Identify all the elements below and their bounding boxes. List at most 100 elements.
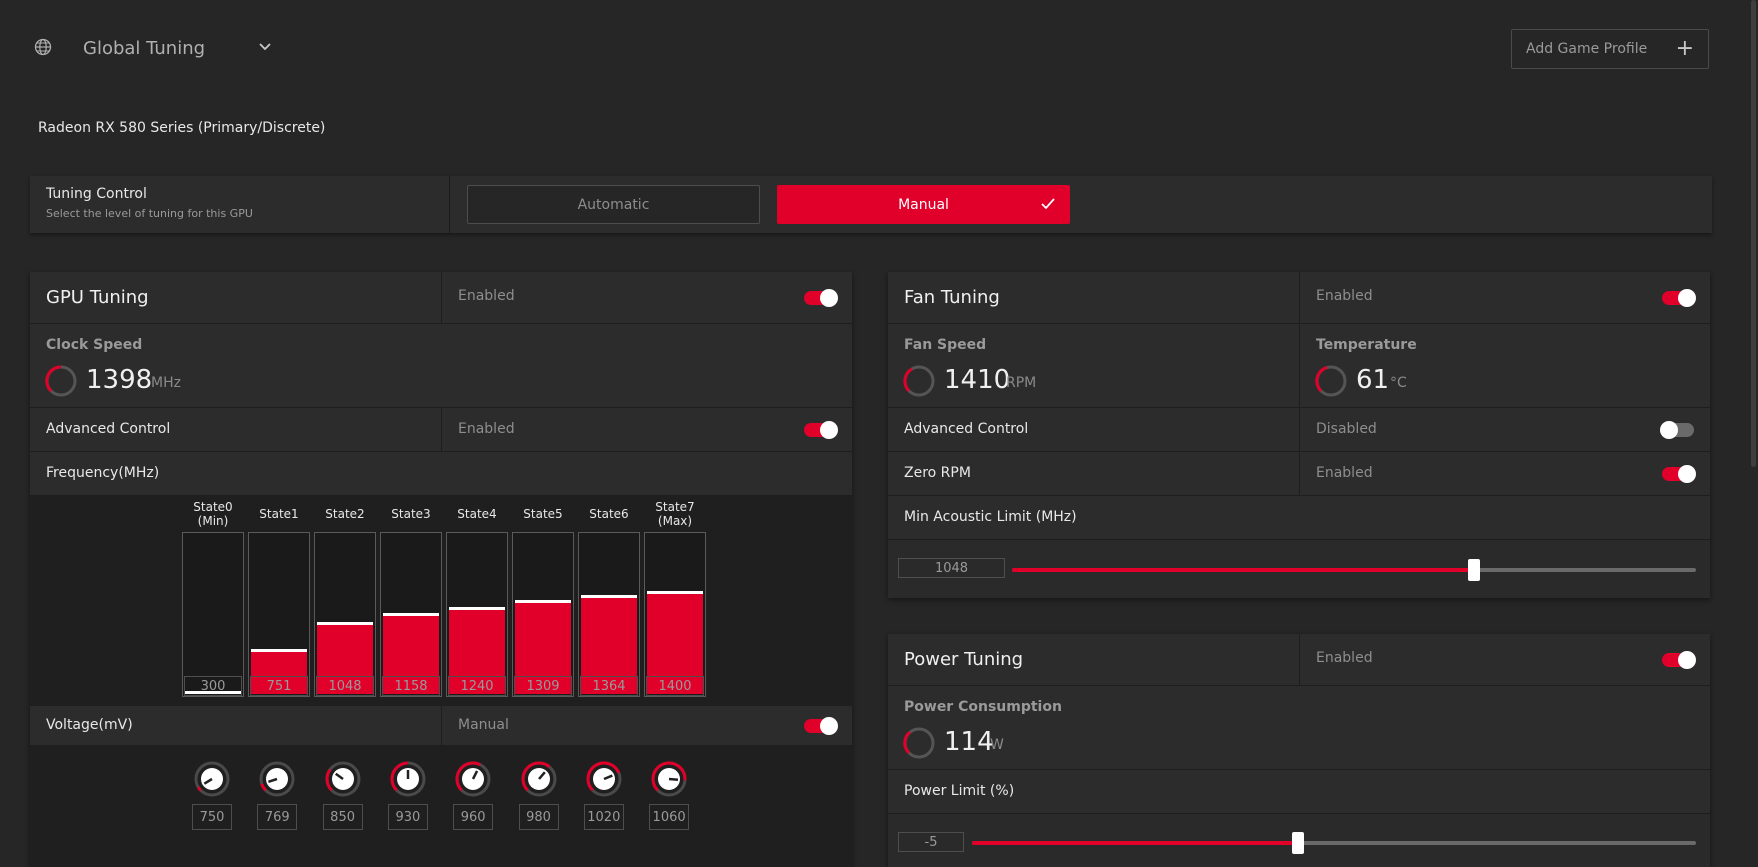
frequency-bar[interactable] xyxy=(248,532,310,697)
divider xyxy=(1299,634,1300,685)
check-icon xyxy=(1041,198,1055,210)
divider xyxy=(441,272,442,323)
voltage-value-input[interactable]: 980 xyxy=(518,804,559,830)
frequency-value-input[interactable]: 1400 xyxy=(646,676,704,696)
voltage-knob[interactable] xyxy=(454,760,492,798)
acoustic-limit-slider[interactable] xyxy=(1012,559,1696,581)
frequency-value-input[interactable]: 1364 xyxy=(580,676,638,696)
state-label: State1 xyxy=(248,507,310,521)
gpu-advanced-control-toggle[interactable] xyxy=(804,421,838,439)
voltage-state: Manual xyxy=(458,717,509,733)
state-sub: (Min) xyxy=(197,514,229,528)
clock-speed-row: Clock Speed 1398 MHz xyxy=(30,324,852,408)
power-limit-row: Power Limit (%) xyxy=(888,770,1710,814)
frequency-row: Frequency(MHz) xyxy=(30,452,852,496)
fan-tuning-toggle[interactable] xyxy=(1662,289,1696,307)
gpu-tuning-panel: GPU Tuning Enabled Clock Speed 1398 MHz … xyxy=(30,272,852,867)
voltage-value-input[interactable]: 1060 xyxy=(649,804,690,830)
voltage-value-input[interactable]: 850 xyxy=(322,804,363,830)
fan-advanced-control-state: Disabled xyxy=(1316,421,1377,437)
voltage-knob[interactable] xyxy=(585,760,623,798)
gpu-tuning-toggle[interactable] xyxy=(804,289,838,307)
zero-rpm-toggle[interactable] xyxy=(1662,465,1696,483)
frequency-value-input[interactable]: 751 xyxy=(250,676,308,696)
state-label: State3 xyxy=(380,507,442,521)
voltage-value-input[interactable]: 750 xyxy=(192,804,232,830)
frequency-bar[interactable] xyxy=(578,532,640,697)
plus-icon: + xyxy=(1675,36,1694,61)
state-label: State4 xyxy=(446,507,508,521)
voltage-knob[interactable] xyxy=(520,760,558,798)
gpu-advanced-control-label: Advanced Control xyxy=(46,421,171,437)
temperature-value: 61 xyxy=(1356,365,1390,395)
page-scrollbar[interactable] xyxy=(1751,0,1756,467)
manual-button[interactable]: Manual xyxy=(777,185,1070,224)
voltage-knob[interactable] xyxy=(324,760,362,798)
fan-advanced-control-toggle[interactable] xyxy=(1660,421,1694,439)
frequency-label: Frequency(MHz) xyxy=(46,465,160,481)
toggle-knob xyxy=(1678,651,1696,669)
frequency-value-input[interactable]: 1048 xyxy=(316,676,374,696)
state-label: State2 xyxy=(314,507,376,521)
fan-advanced-control-label: Advanced Control xyxy=(904,421,1029,437)
power-tuning-state: Enabled xyxy=(1316,650,1373,666)
acoustic-limit-label: Min Acoustic Limit (MHz) xyxy=(904,509,1077,525)
state-label: State6 xyxy=(578,507,640,521)
voltage-knob[interactable] xyxy=(193,760,231,798)
voltage-value-input[interactable]: 1020 xyxy=(583,804,624,830)
frequency-bar[interactable] xyxy=(512,532,574,697)
frequency-value-input[interactable]: 1309 xyxy=(514,676,572,696)
power-limit-input[interactable]: -5 xyxy=(898,832,964,852)
voltage-value-input[interactable]: 930 xyxy=(387,804,428,830)
temperature-unit: °C xyxy=(1390,375,1407,391)
divider xyxy=(1299,272,1300,323)
chevron-down-icon[interactable] xyxy=(257,40,273,54)
automatic-button[interactable]: Automatic xyxy=(467,185,760,224)
frequency-bar[interactable] xyxy=(314,532,376,697)
slider-thumb[interactable] xyxy=(1468,559,1480,581)
frequency-bar[interactable] xyxy=(644,532,706,697)
frequency-value-input[interactable]: 300 xyxy=(184,676,242,696)
voltage-knob[interactable] xyxy=(389,760,427,798)
frequency-value-input[interactable]: 1240 xyxy=(448,676,506,696)
divider xyxy=(441,408,442,451)
frequency-bar[interactable] xyxy=(446,532,508,697)
voltage-toggle[interactable] xyxy=(804,717,838,735)
voltage-value-input[interactable]: 769 xyxy=(257,804,298,830)
clock-speed-unit: MHz xyxy=(151,375,181,391)
voltage-knob[interactable] xyxy=(650,760,688,798)
power-tuning-panel: Power Tuning Enabled Power Consumption 1… xyxy=(888,634,1710,867)
fan-tuning-panel: Fan Tuning Enabled Fan Speed 1410 RPM Te… xyxy=(888,272,1710,598)
state-name: State4 xyxy=(457,507,497,521)
divider xyxy=(1299,324,1300,407)
power-tuning-header: Power Tuning Enabled xyxy=(888,634,1710,686)
slider-thumb[interactable] xyxy=(1292,832,1304,854)
power-consumption-row: Power Consumption 114 W xyxy=(888,686,1710,770)
fan-speed-label: Fan Speed xyxy=(904,337,987,353)
tuning-control-bar: Tuning Control Select the level of tunin… xyxy=(30,176,1712,233)
temperature-gauge-icon xyxy=(1315,365,1347,397)
acoustic-limit-input[interactable]: 1048 xyxy=(898,558,1005,578)
globe-icon xyxy=(34,38,52,56)
voltage-knobs-area: 750 769 850 930 960 980 1020 1060 xyxy=(30,746,852,867)
state-name: State0 xyxy=(193,500,233,514)
divider xyxy=(1299,452,1300,495)
power-tuning-toggle[interactable] xyxy=(1662,651,1696,669)
toggle-knob xyxy=(1678,289,1696,307)
voltage-value-input[interactable]: 960 xyxy=(453,804,494,830)
frequency-bar[interactable] xyxy=(380,532,442,697)
fan-tuning-state: Enabled xyxy=(1316,288,1373,304)
power-limit-slider[interactable] xyxy=(972,832,1696,854)
profile-title[interactable]: Global Tuning xyxy=(83,38,205,59)
power-gauge-icon xyxy=(903,727,935,759)
frequency-value-input[interactable]: 1158 xyxy=(382,676,440,696)
voltage-knob[interactable] xyxy=(258,760,296,798)
add-game-profile-button[interactable]: Add Game Profile + xyxy=(1511,29,1709,69)
toggle-knob xyxy=(820,421,838,439)
power-consumption-unit: W xyxy=(990,737,1004,753)
clock-speed-label: Clock Speed xyxy=(46,337,143,353)
state-sub: (Max) xyxy=(657,514,693,528)
power-consumption-label: Power Consumption xyxy=(904,699,1062,715)
clock-speed-value: 1398 xyxy=(86,365,153,395)
frequency-bar[interactable] xyxy=(182,532,244,697)
